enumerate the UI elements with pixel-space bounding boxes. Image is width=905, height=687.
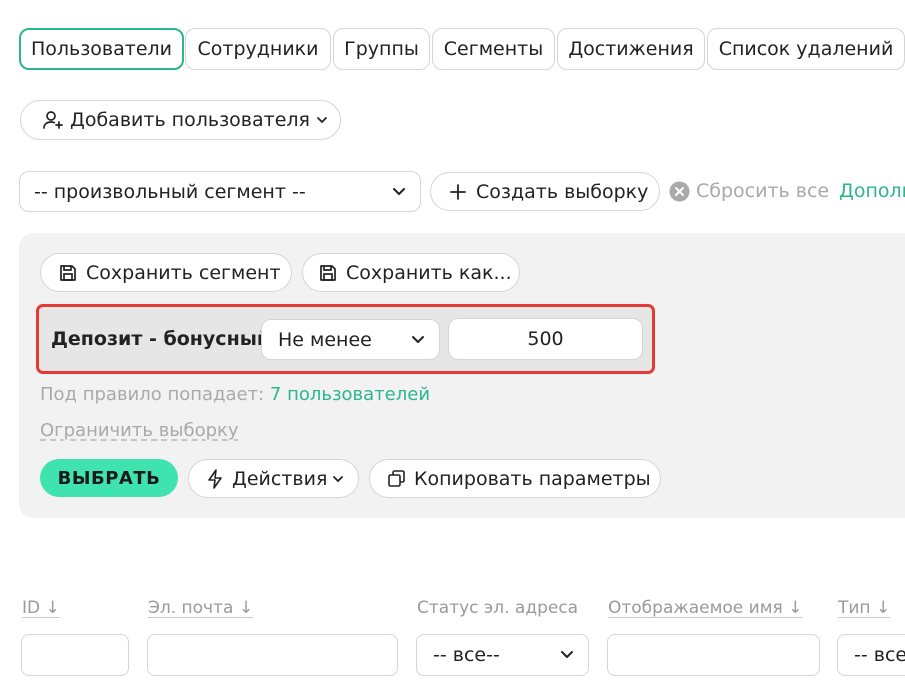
type-filter-select[interactable]: -- все — [837, 634, 905, 676]
reset-all-button[interactable]: Сбросить все — [669, 179, 829, 203]
tab-achievements[interactable]: Достижения — [557, 28, 705, 70]
match-users-link[interactable]: 7 пользователей — [270, 384, 430, 405]
select-button[interactable]: ВЫБРАТЬ — [40, 459, 178, 497]
floppy-disk-icon — [60, 264, 76, 281]
display-name-filter-input[interactable] — [607, 634, 820, 676]
add-user-label: Добавить пользователя — [70, 109, 310, 131]
save-as-label: Сохранить как... — [346, 261, 512, 284]
tab-deletion-list[interactable]: Список удалений — [707, 28, 905, 70]
save-segment-label: Сохранить сегмент — [86, 261, 281, 284]
add-user-button[interactable]: Добавить пользователя — [20, 100, 341, 140]
tab-users-label: Пользователи — [30, 38, 173, 60]
tab-segments-label: Сегменты — [443, 38, 544, 60]
column-header-email-status: Статус эл. адреса — [417, 598, 579, 618]
rule-value-text: 500 — [527, 328, 564, 350]
copy-params-button[interactable]: Копировать параметры — [369, 459, 661, 498]
rule-operator-select[interactable]: Не менее — [261, 319, 440, 360]
match-prefix: Под правило попадает: — [40, 384, 265, 405]
tab-deletion-list-label: Список удалений — [718, 38, 894, 60]
email-status-filter-select[interactable]: -- все-- — [416, 634, 589, 676]
tab-groups[interactable]: Группы — [333, 28, 430, 70]
tab-employees[interactable]: Сотрудники — [185, 28, 331, 70]
plus-icon — [450, 183, 466, 200]
limit-selection-link[interactable]: Ограничить выборку — [40, 419, 239, 443]
clear-circle-icon — [669, 181, 690, 201]
column-header-type[interactable]: Тип ↓ — [838, 598, 890, 618]
save-segment-button[interactable]: Сохранить сегмент — [40, 253, 292, 292]
tab-users[interactable]: Пользователи — [19, 28, 184, 70]
copy-icon — [388, 470, 405, 487]
save-as-button[interactable]: Сохранить как... — [302, 253, 520, 292]
floppy-disk-icon — [320, 264, 336, 281]
email-filter-input[interactable] — [147, 634, 398, 676]
chevron-down-icon — [412, 335, 424, 343]
tab-segments[interactable]: Сегменты — [432, 28, 555, 70]
email-status-filter-value: -- все-- — [433, 644, 500, 666]
rule-operator-value: Не менее — [278, 328, 372, 351]
match-info: Под правило попадает: 7 пользователей — [40, 383, 430, 407]
column-header-id[interactable]: ID ↓ — [22, 598, 60, 618]
tab-achievements-label: Достижения — [568, 38, 694, 60]
more-link[interactable]: Дополн — [839, 179, 905, 203]
create-selection-label: Создать выборку — [476, 180, 649, 203]
column-header-email[interactable]: Эл. почта ↓ — [148, 598, 253, 618]
chevron-down-icon — [333, 475, 344, 482]
id-filter-input[interactable] — [21, 634, 129, 676]
chevron-down-icon — [393, 187, 405, 195]
segment-select-value: -- произвольный сегмент -- — [34, 180, 306, 203]
column-header-display-name[interactable]: Отображаемое имя ↓ — [608, 598, 802, 618]
create-selection-button[interactable]: Создать выборку — [430, 172, 660, 211]
chevron-down-icon — [317, 117, 327, 124]
type-filter-value: -- все — [854, 644, 905, 666]
tab-employees-label: Сотрудники — [197, 38, 319, 60]
actions-button[interactable]: Действия — [188, 459, 359, 498]
select-button-label: ВЫБРАТЬ — [57, 467, 161, 489]
actions-label: Действия — [232, 467, 328, 490]
tab-groups-label: Группы — [344, 38, 419, 60]
rule-value-input[interactable]: 500 — [448, 318, 643, 360]
copy-params-label: Копировать параметры — [414, 467, 651, 490]
user-plus-icon — [43, 111, 63, 129]
rule-field-label: Депозит - бонусный — [51, 328, 271, 350]
lightning-icon — [208, 468, 222, 489]
chevron-down-icon — [561, 651, 573, 658]
segment-select[interactable]: -- произвольный сегмент -- — [19, 171, 421, 212]
reset-all-label: Сбросить все — [696, 180, 830, 202]
